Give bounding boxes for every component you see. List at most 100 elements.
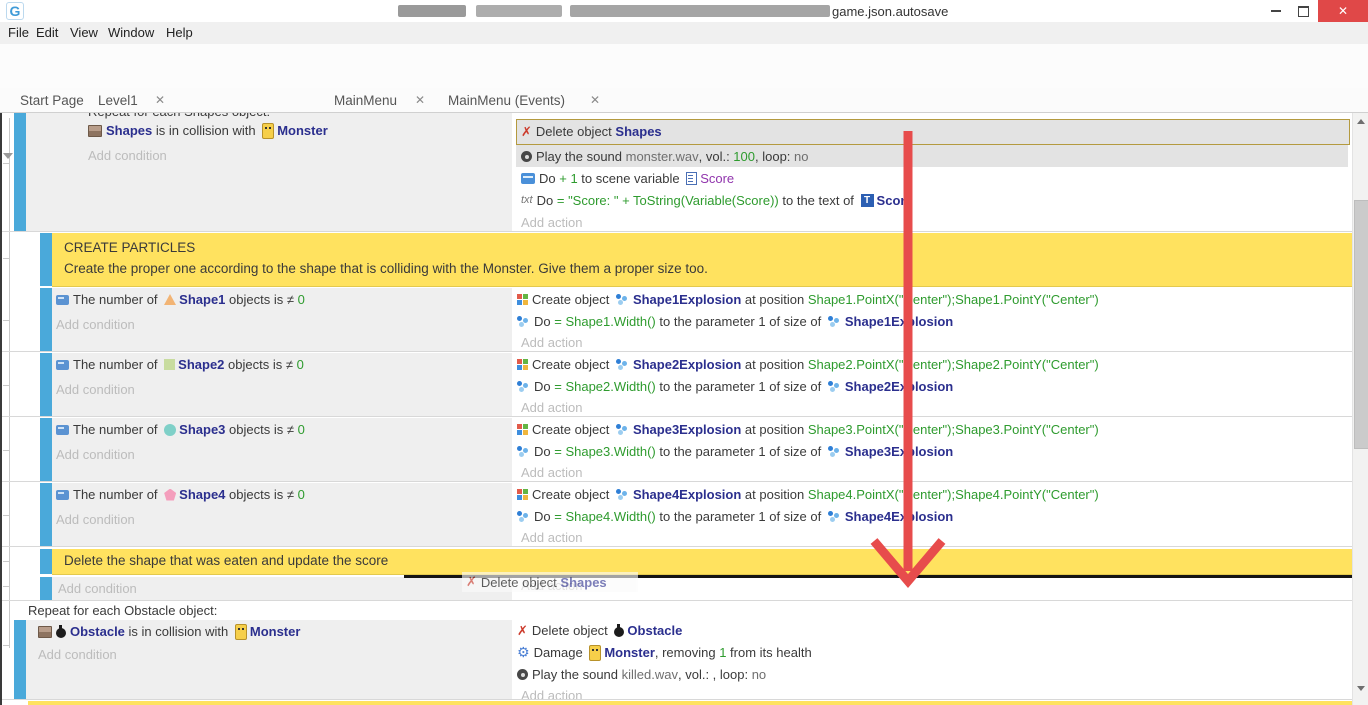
add-condition-link[interactable]: Add condition bbox=[88, 148, 167, 163]
action-play-sound-killed[interactable]: Play the sound killed.wav , vol.: , loop… bbox=[517, 666, 766, 683]
action-text: Do bbox=[534, 443, 554, 460]
event-shapes-selection-bar[interactable] bbox=[14, 113, 26, 231]
tab-mainmenu[interactable]: MainMenu bbox=[334, 93, 397, 108]
action-create-shape4explosion[interactable]: Create object Shape4Explosion at positio… bbox=[517, 486, 1099, 503]
event-divider bbox=[2, 481, 1352, 482]
app-window: G game.json.autosave ✕ File Edit View Wi… bbox=[0, 0, 1368, 705]
add-condition-link[interactable]: Add condition bbox=[58, 581, 137, 596]
object-name: Shape2Explosion bbox=[633, 356, 741, 373]
condition-shape2-count[interactable]: The number of Shape2 objects is ≠ 0 bbox=[56, 356, 304, 373]
action-damage-monster[interactable]: ⚙ Damage Monster , removing 1 from its h… bbox=[517, 644, 812, 661]
add-condition-link[interactable]: Add condition bbox=[56, 447, 135, 462]
action-size-shape2explosion[interactable]: Do = Shape2.Width() to the parameter 1 o… bbox=[517, 378, 953, 395]
action-delete-shapes[interactable]: ✗ Delete object Shapes bbox=[521, 123, 662, 140]
condition-shape3-count[interactable]: The number of Shape3 objects is ≠ 0 bbox=[56, 421, 305, 438]
add-condition-link[interactable]: Add condition bbox=[56, 317, 135, 332]
text-action-icon: txt bbox=[521, 192, 533, 209]
condition-obstacle-collision[interactable]: Obstacle is in collision with Monster bbox=[38, 623, 300, 640]
action-size-shape1explosion[interactable]: Do = Shape1.Width() to the parameter 1 o… bbox=[517, 313, 953, 330]
vertical-scrollbar[interactable] bbox=[1352, 113, 1368, 705]
add-condition-link[interactable]: Add condition bbox=[56, 512, 135, 527]
add-action-link[interactable]: Add action bbox=[521, 335, 582, 350]
monster-icon bbox=[262, 123, 274, 139]
expression: = Shape3.Width() bbox=[554, 443, 656, 460]
menu-window[interactable]: Window bbox=[108, 25, 154, 40]
object-name: Shape4Explosion bbox=[633, 486, 741, 503]
action-create-shape2explosion[interactable]: Create object Shape2Explosion at positio… bbox=[517, 356, 1099, 373]
tab-mainmenu-events-close-icon[interactable]: ✕ bbox=[590, 93, 600, 107]
text-object-icon: T bbox=[861, 194, 874, 207]
minimize-button[interactable] bbox=[1262, 0, 1290, 22]
action-play-sound-monster[interactable]: Play the sound monster.wav , vol.: 100 ,… bbox=[521, 148, 809, 165]
event-obstacle-selection-bar[interactable] bbox=[14, 620, 26, 700]
action-set-score-text[interactable]: txt Do = "Score: " + ToString(Variable(S… bbox=[521, 192, 913, 209]
tab-level1-close-icon[interactable]: ✕ bbox=[155, 93, 165, 107]
tab-level1[interactable]: Level1 bbox=[98, 93, 138, 108]
event-shape2-selection-bar[interactable] bbox=[40, 353, 52, 416]
tab-mainmenu-close-icon[interactable]: ✕ bbox=[415, 93, 425, 107]
action-delete-obstacle[interactable]: ✗ Delete object Obstacle bbox=[517, 622, 682, 639]
drop-row-selection-bar[interactable] bbox=[40, 577, 52, 600]
add-action-link[interactable]: Add action bbox=[521, 465, 582, 480]
object-name: Shape2 bbox=[178, 356, 224, 373]
gdevelop-logo-icon: G bbox=[6, 2, 24, 20]
scrollbar-thumb[interactable] bbox=[1354, 200, 1368, 449]
sound-icon bbox=[521, 151, 532, 162]
tree-guide-tick bbox=[3, 163, 10, 164]
scene-variable-icon bbox=[686, 172, 697, 185]
action-size-shape4explosion[interactable]: Do = Shape4.Width() to the parameter 1 o… bbox=[517, 508, 953, 525]
condition-shape4-count[interactable]: The number of Shape4 objects is ≠ 0 bbox=[56, 486, 305, 503]
condition-shapes-collision[interactable]: Shapes is in collision with Monster bbox=[88, 122, 328, 139]
condition-shape1-count[interactable]: The number of Shape1 objects is ≠ 0 bbox=[56, 291, 305, 308]
scroll-down-icon[interactable] bbox=[1357, 686, 1365, 691]
fold-event-icon[interactable] bbox=[3, 153, 13, 159]
action-add-score-variable[interactable]: Do + 1 to scene variable Score bbox=[521, 170, 734, 187]
condition-text: is in collision with bbox=[152, 122, 259, 139]
value: 1 bbox=[719, 644, 726, 661]
action-size-shape3explosion[interactable]: Do = Shape3.Width() to the parameter 1 o… bbox=[517, 443, 953, 460]
menu-view[interactable]: View bbox=[70, 25, 98, 40]
add-condition-link[interactable]: Add condition bbox=[38, 647, 117, 662]
object-name: Shape3Explosion bbox=[633, 421, 741, 438]
add-condition-link[interactable]: Add condition bbox=[56, 382, 135, 397]
comment-partial[interactable] bbox=[28, 701, 1352, 705]
action-text: at position bbox=[741, 356, 808, 373]
comment-selection-bar[interactable] bbox=[40, 549, 52, 574]
comment-create-particles[interactable]: CREATE PARTICLES Create the proper one a… bbox=[52, 233, 1352, 287]
expression: Shape4.PointX("Center");Shape4.PointY("C… bbox=[808, 486, 1099, 503]
tab-mainmenu-events[interactable]: MainMenu (Events) bbox=[448, 93, 565, 108]
particle-icon bbox=[828, 381, 833, 386]
action-create-shape3explosion[interactable]: Create object Shape3Explosion at positio… bbox=[517, 421, 1099, 438]
scroll-up-icon[interactable] bbox=[1357, 119, 1365, 124]
menu-file[interactable]: File bbox=[8, 25, 29, 40]
add-action-link[interactable]: Add action bbox=[521, 215, 582, 230]
object-name: Monster bbox=[277, 122, 328, 139]
event-shape3-selection-bar[interactable] bbox=[40, 418, 52, 481]
particle-icon bbox=[517, 381, 522, 386]
expression: + 1 bbox=[559, 170, 577, 187]
maximize-button[interactable] bbox=[1290, 0, 1316, 22]
tab-start-page[interactable]: Start Page bbox=[20, 93, 84, 108]
action-create-shape1explosion[interactable]: Create object Shape1Explosion at positio… bbox=[517, 291, 1099, 308]
action-text: at position bbox=[741, 421, 808, 438]
menu-help[interactable]: Help bbox=[166, 25, 193, 40]
tree-guide-tick bbox=[3, 258, 10, 259]
add-action-link[interactable]: Add action bbox=[521, 400, 582, 415]
menu-edit[interactable]: Edit bbox=[36, 25, 58, 40]
event-shape4-selection-bar[interactable] bbox=[40, 483, 52, 546]
editor-tab-bar: Start Page Level1 ✕ Level1 (Events) ✕ Ma… bbox=[0, 88, 1368, 113]
comment-selection-bar[interactable] bbox=[40, 233, 52, 286]
comment-delete-shape[interactable]: Delete the shape that was eaten and upda… bbox=[52, 549, 1352, 575]
particle-icon bbox=[616, 424, 621, 429]
action-text: to the parameter 1 of size of bbox=[656, 508, 825, 525]
event-obstacle-header[interactable]: Repeat for each Obstacle object: bbox=[28, 603, 217, 618]
add-action-link[interactable]: Add action bbox=[521, 530, 582, 545]
close-button[interactable]: ✕ bbox=[1318, 0, 1368, 22]
shape4-icon bbox=[164, 489, 176, 501]
condition-text: The number of bbox=[73, 356, 161, 373]
event-shape1-selection-bar[interactable] bbox=[40, 288, 52, 351]
expression: = Shape4.Width() bbox=[554, 508, 656, 525]
particle-icon bbox=[517, 511, 522, 516]
monster-icon bbox=[589, 645, 601, 661]
event-shapes-header-clip[interactable]: Repeat for each Shapes object: bbox=[88, 113, 508, 120]
